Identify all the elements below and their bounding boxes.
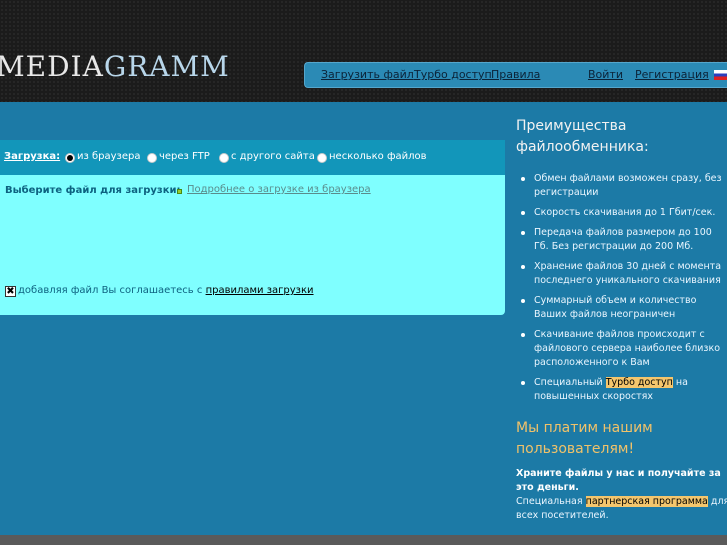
list-item: Суммарный объем и количество Ваших файло… (516, 294, 727, 322)
nav-turbo-link[interactable]: Турбо доступ (414, 68, 492, 81)
upload-panel: Загрузка: из браузера через FTP с другог… (0, 140, 505, 315)
list-item: Передача файлов размером до 100 Гб. Без … (516, 226, 727, 254)
agree-checkbox[interactable]: ✖ (5, 286, 16, 297)
pay-bold-text: Храните файлы у нас и получайте за это д… (516, 468, 721, 493)
turbo-access-link[interactable]: Турбо доступ (605, 377, 673, 388)
radio-other-site-label[interactable]: с другого сайта (231, 151, 315, 162)
pay-text: Специальная партнерская программа для вс… (516, 496, 727, 521)
header: MEDIAGRAMM Загрузить файл Турбо доступ П… (0, 0, 727, 102)
upload-method-bar: Загрузка: из браузера через FTP с другог… (0, 140, 505, 175)
radio-ftp-label[interactable]: через FTP (159, 151, 210, 162)
upload-rules-link[interactable]: правилами загрузки (206, 285, 314, 296)
partner-program-link[interactable]: партнерская программа (585, 496, 708, 507)
nav-login-link[interactable]: Войти (588, 68, 623, 81)
radio-browser-label[interactable]: из браузера (77, 151, 141, 162)
advantages-list: Обмен файлами возможен сразу, без регист… (516, 172, 727, 410)
list-item: Специальный Турбо доступ на повышенных с… (516, 376, 727, 404)
bullet-icon (177, 189, 182, 194)
list-item: Обмен файлами возможен сразу, без регист… (516, 172, 727, 200)
radio-multiple[interactable] (317, 153, 327, 163)
nav-rules-link[interactable]: Правила (491, 68, 540, 81)
agree-text: добавляя файл Вы соглашаетесь с правилам… (18, 285, 314, 296)
russian-flag-icon[interactable] (714, 70, 727, 80)
radio-multiple-label[interactable]: несколько файлов (329, 151, 427, 162)
upload-label: Загрузка: (4, 151, 61, 162)
more-info-link[interactable]: Подробнее о загрузке из браузера (187, 184, 371, 195)
radio-ftp[interactable] (147, 153, 157, 163)
top-nav: Загрузить файл Турбо доступ Правила Войт… (304, 62, 727, 88)
nav-upload-link[interactable]: Загрузить файл (321, 68, 414, 81)
site-logo[interactable]: MEDIAGRAMM (0, 50, 230, 83)
nav-register-link[interactable]: Регистрация (635, 68, 709, 81)
radio-browser[interactable] (65, 153, 75, 163)
list-item: Хранение файлов 30 дней с момента послед… (516, 260, 727, 288)
radio-other-site[interactable] (219, 153, 229, 163)
advantages-title: Преимущества файлообменника: (516, 118, 649, 155)
list-item: Скачивание файлов происходит с файлового… (516, 328, 727, 370)
list-item: Скорость скачивания до 1 Гбит/сек. (516, 206, 727, 220)
pay-title: Мы платим нашим пользователям! (516, 420, 653, 457)
footer-bar (0, 535, 727, 545)
choose-file-label: Выберите файл для загрузки: (5, 185, 181, 196)
